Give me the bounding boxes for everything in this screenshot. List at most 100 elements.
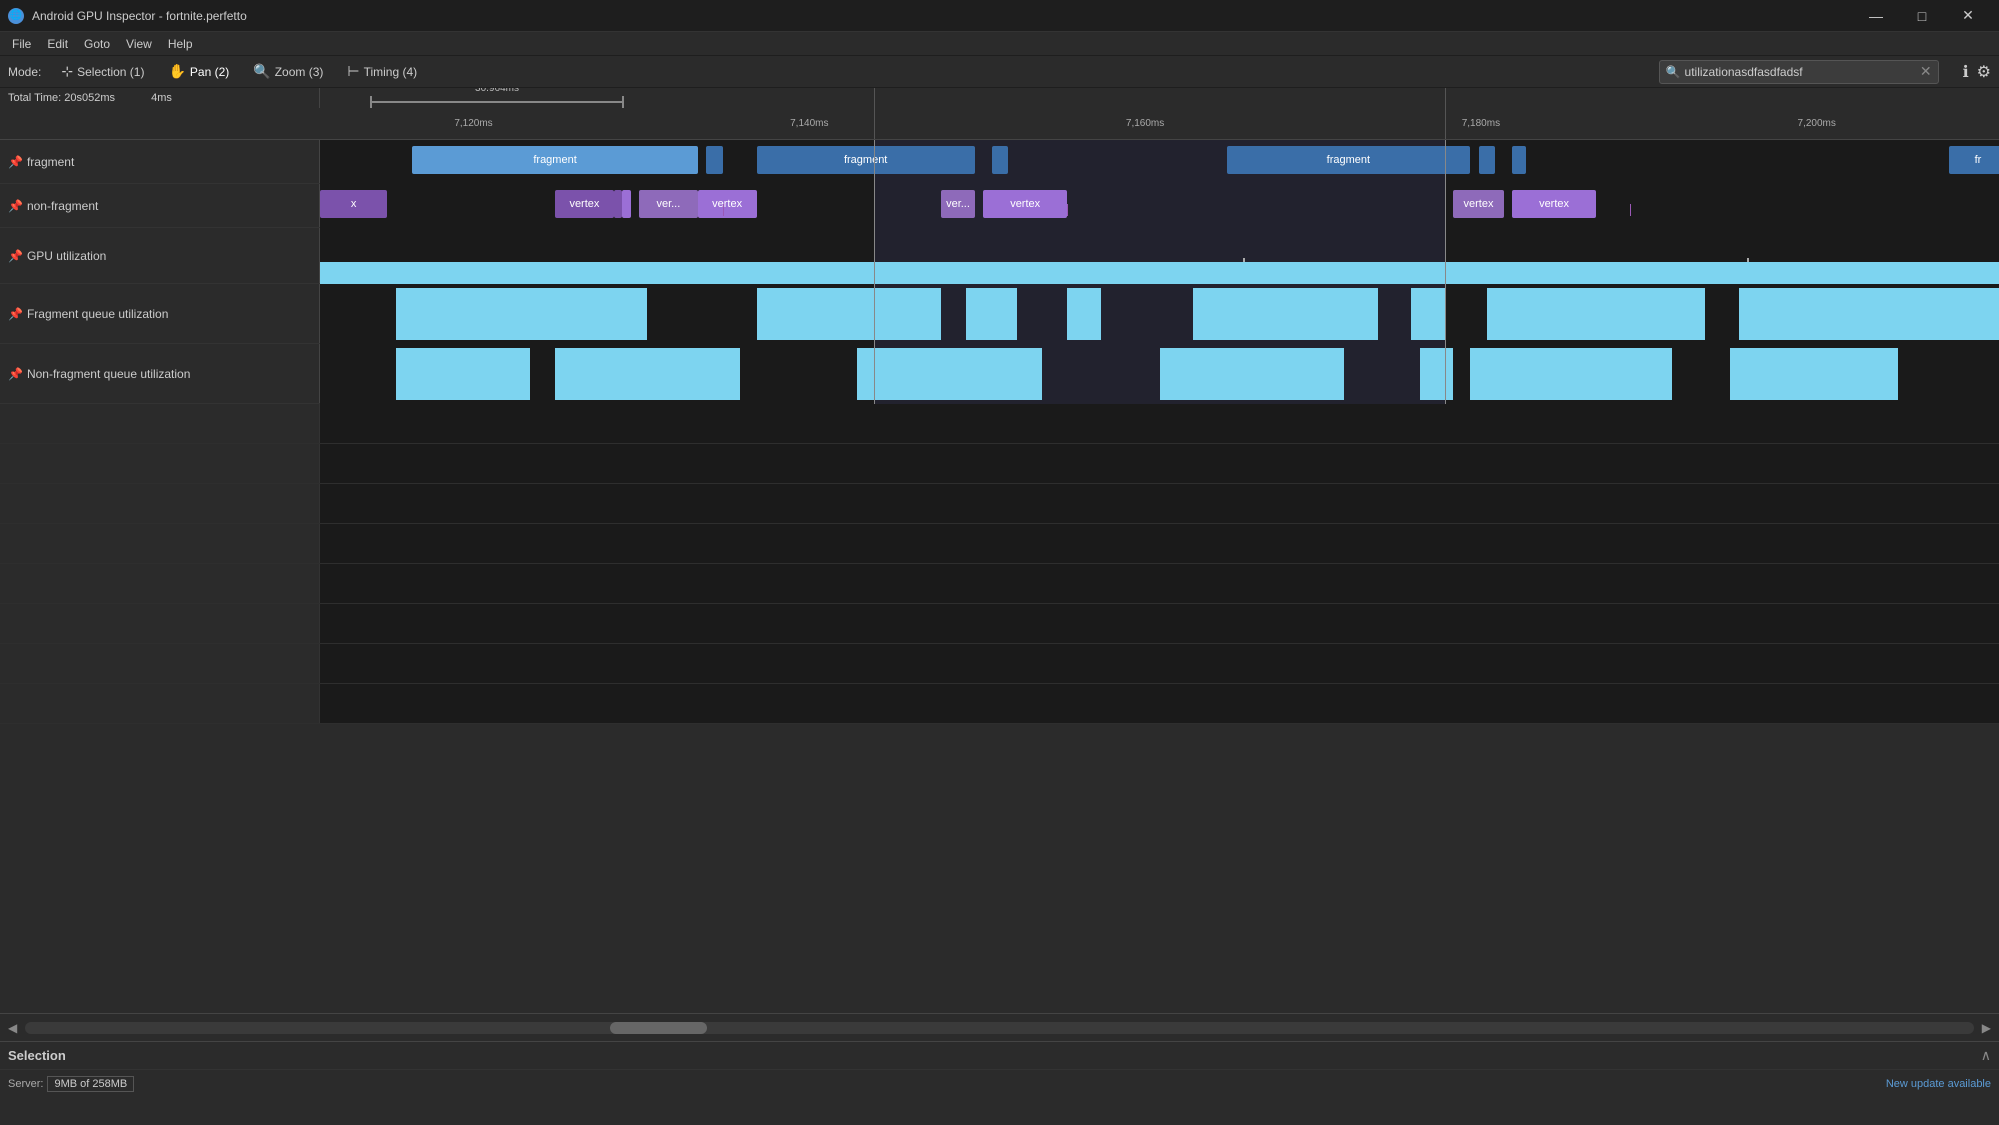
vertex-bar-2: vertex [555,190,614,218]
scroll-right-button[interactable]: ▶ [1978,1019,1995,1037]
nonfrag-queue-seg-6 [1470,348,1671,400]
vertex-bar-8: vertex [1453,190,1503,218]
nonfrag-queue-seg-3 [857,348,1042,400]
fragment-bar-2 [706,146,723,174]
fragment-label-text: fragment [27,155,74,169]
menu-file[interactable]: File [4,35,39,53]
mode-bar: Mode: ⊹ Selection (1) ✋ Pan (2) 🔍 Zoom (… [0,56,1999,88]
info-button[interactable]: ℹ [1963,62,1969,82]
tick-mark-3 [1630,204,1631,216]
frag-queue-cursor-2 [1445,284,1446,344]
scrollbar-area: ◀ ▶ [0,1013,1999,1041]
empty-row-3 [0,484,1999,524]
search-box[interactable]: 🔍 ✕ [1659,60,1939,84]
collapse-button[interactable]: ∧ [1981,1047,1991,1064]
selection-icon: ⊹ [61,63,73,80]
gpu-utilization-track-content[interactable] [320,228,1999,284]
fragment-queue-track-row: 📌 Fragment queue utilization [0,284,1999,344]
gpu-utilization-track-label: 📌 GPU utilization [0,228,320,283]
non-fragment-track-content[interactable]: x vertex ver... vertex ver... vertex ver… [320,184,1999,228]
time-tick-1: 7,120ms [454,118,492,129]
fragment-bar-6 [1479,146,1496,174]
update-link[interactable]: New update available [1886,1078,1991,1090]
fragment-bar-7 [1512,146,1525,174]
empty-row-7 [0,644,1999,684]
menu-goto[interactable]: Goto [76,35,118,53]
non-fragment-label-text: non-fragment [27,199,98,213]
frag-queue-pin-icon[interactable]: 📌 [8,307,23,321]
non-fragment-queue-track-label: 📌 Non-fragment queue utilization [0,344,320,403]
maximize-button[interactable]: □ [1899,0,1945,32]
frag-queue-seg-4 [1067,288,1101,340]
search-icon: 🔍 [1666,65,1681,79]
vertex-bar-5: vertex [698,190,757,218]
mode-label: Mode: [8,65,41,79]
mode-pan-button[interactable]: ✋ Pan (2) [164,61,233,82]
tick-mark-1 [723,204,724,216]
frag-queue-seg-1 [396,288,648,340]
search-input[interactable] [1685,65,1920,79]
fragment-track-content[interactable]: fragment fragment fragment fr [320,140,1999,184]
window-controls: — □ ✕ [1853,0,1991,32]
clear-search-button[interactable]: ✕ [1920,63,1932,80]
non-fragment-queue-label-text: Non-fragment queue utilization [27,367,190,381]
menu-edit[interactable]: Edit [39,35,76,53]
empty-row-1 [0,404,1999,444]
nonfrag-queue-seg-2 [555,348,740,400]
frag-queue-seg-3 [966,288,1016,340]
vertex-bar-6: ver... [941,190,975,218]
zoom-icon: 🔍 [253,63,270,80]
vertex-bar-7: vertex [983,190,1067,218]
vertex-bar-sep [614,190,622,218]
frag-queue-seg-7 [1487,288,1705,340]
nonfrag-queue-pin-icon[interactable]: 📌 [8,367,23,381]
empty-row-2 [0,444,1999,484]
fragment-bar-8: fr [1949,146,1999,174]
menu-view[interactable]: View [118,35,160,53]
time-tick-4: 7,180ms [1462,118,1500,129]
scroll-track[interactable] [25,1022,1974,1034]
tracks-area: 📌 fragment fragment fragment fragment fr [0,140,1999,1013]
gpu-util-mark-1 [1243,258,1245,262]
fragment-queue-track-content[interactable] [320,284,1999,344]
frag-queue-seg-5 [1193,288,1378,340]
total-time-label: Total Time: 20s052ms 4ms [0,88,320,108]
scroll-left-button[interactable]: ◀ [4,1019,21,1037]
mode-selection-label: Selection (1) [77,65,144,79]
fragment-bar-4 [992,146,1009,174]
settings-button[interactable]: ⚙ [1977,62,1991,82]
frag-queue-seg-6 [1411,288,1445,340]
time-tick-5: 7,200ms [1798,118,1836,129]
mode-zoom-button[interactable]: 🔍 Zoom (3) [249,61,327,82]
title-bar: 🌐 Android GPU Inspector - fortnite.perfe… [0,0,1999,32]
non-fragment-pin-icon[interactable]: 📌 [8,199,23,213]
nonfrag-cursor-2 [1445,184,1446,228]
time-tick-3: 7,160ms [1126,118,1164,129]
app-icon: 🌐 [8,8,24,24]
frag-queue-seg-8 [1739,288,1999,340]
empty-tracks-area [0,404,1999,1013]
scale-label: 4ms [151,92,172,104]
gpu-util-bar [320,262,1999,284]
fragment-pin-icon[interactable]: 📌 [8,155,23,169]
mode-selection-button[interactable]: ⊹ Selection (1) [57,61,148,82]
fragment-track-row: 📌 fragment fragment fragment fragment fr [0,140,1999,184]
frag-queue-seg-2 [757,288,942,340]
close-button[interactable]: ✕ [1945,0,1991,32]
fragment-bar-1: fragment [412,146,697,174]
gpu-util-mark-2 [1747,258,1749,262]
minimize-button[interactable]: — [1853,0,1899,32]
server-label: Server: [8,1078,43,1090]
mode-timing-button[interactable]: ⊢ Timing (4) [343,61,421,82]
tick-mark-2 [1067,204,1068,216]
scroll-thumb[interactable] [610,1022,707,1034]
nonfrag-queue-seg-1 [396,348,530,400]
non-fragment-track-row: 📌 non-fragment x vertex ver... vertex ve… [0,184,1999,228]
fragment-queue-label-text: Fragment queue utilization [27,307,168,321]
menu-help[interactable]: Help [160,35,201,53]
non-fragment-queue-track-content[interactable] [320,344,1999,404]
gpu-util-pin-icon[interactable]: 📌 [8,249,23,263]
vertex-bar-1: x [320,190,387,218]
bottom-bar: Selection ∧ Server: 9MB of 258MB New upd… [0,1041,1999,1097]
gpu-utilization-label-text: GPU utilization [27,249,106,263]
